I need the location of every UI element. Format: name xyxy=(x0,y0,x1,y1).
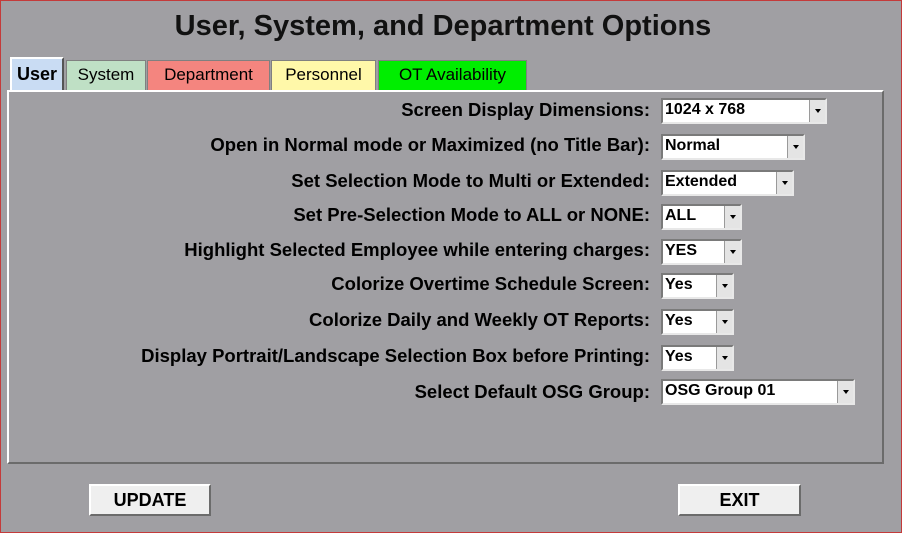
screen-display-dimensions-value: 1024 x 768 xyxy=(665,101,746,118)
default-osg-group-label: Select Default OSG Group: xyxy=(414,381,650,402)
highlight-employee-value: YES xyxy=(665,242,698,259)
tab-personnel[interactable]: Personnel xyxy=(271,60,376,90)
tab-system[interactable]: System xyxy=(66,60,146,90)
chevron-down-icon[interactable] xyxy=(809,100,825,122)
default-osg-group-select[interactable]: OSG Group 01 xyxy=(661,379,855,405)
selection-mode-value: Extended xyxy=(665,173,738,190)
page-title: User, System, and Department Options xyxy=(174,10,712,42)
screen-display-dimensions-label: Screen Display Dimensions: xyxy=(401,99,650,120)
chevron-down-icon[interactable] xyxy=(724,206,740,228)
colorize-ot-schedule-select[interactable]: Yes xyxy=(661,273,734,299)
open-mode-label: Open in Normal mode or Maximized (no Tit… xyxy=(210,134,650,155)
screen-display-dimensions-select[interactable]: 1024 x 768 xyxy=(661,98,827,124)
exit-button[interactable]: EXIT xyxy=(678,484,801,516)
chevron-down-icon[interactable] xyxy=(776,172,792,194)
selection-mode-label: Set Selection Mode to Multi or Extended: xyxy=(291,170,650,191)
pre-selection-mode-label: Set Pre-Selection Mode to ALL or NONE: xyxy=(293,204,650,225)
chevron-down-icon[interactable] xyxy=(716,311,732,333)
chevron-down-icon[interactable] xyxy=(716,347,732,369)
selection-mode-select[interactable]: Extended xyxy=(661,170,794,196)
tab-ot-availability[interactable]: OT Availability xyxy=(378,60,527,90)
colorize-ot-schedule-value: Yes xyxy=(665,276,693,293)
highlight-employee-label: Highlight Selected Employee while enteri… xyxy=(184,239,650,260)
portrait-landscape-value: Yes xyxy=(665,348,693,365)
tab-department[interactable]: Department xyxy=(147,60,270,90)
update-button[interactable]: UPDATE xyxy=(89,484,211,516)
tab-user[interactable]: User xyxy=(10,57,64,91)
highlight-employee-select[interactable]: YES xyxy=(661,239,742,265)
chevron-down-icon[interactable] xyxy=(724,241,740,263)
pre-selection-mode-value: ALL xyxy=(665,207,697,224)
open-mode-select[interactable]: Normal xyxy=(661,134,805,160)
chevron-down-icon[interactable] xyxy=(716,275,732,297)
chevron-down-icon[interactable] xyxy=(787,136,803,158)
colorize-ot-schedule-label: Colorize Overtime Schedule Screen: xyxy=(331,273,650,294)
colorize-reports-value: Yes xyxy=(665,312,693,329)
chevron-down-icon[interactable] xyxy=(837,381,853,403)
colorize-reports-label: Colorize Daily and Weekly OT Reports: xyxy=(309,309,650,330)
pre-selection-mode-select[interactable]: ALL xyxy=(661,204,742,230)
default-osg-group-value: OSG Group 01 xyxy=(665,382,776,399)
open-mode-value: Normal xyxy=(665,137,721,154)
portrait-landscape-label: Display Portrait/Landscape Selection Box… xyxy=(141,345,650,366)
colorize-reports-select[interactable]: Yes xyxy=(661,309,734,335)
portrait-landscape-select[interactable]: Yes xyxy=(661,345,734,371)
